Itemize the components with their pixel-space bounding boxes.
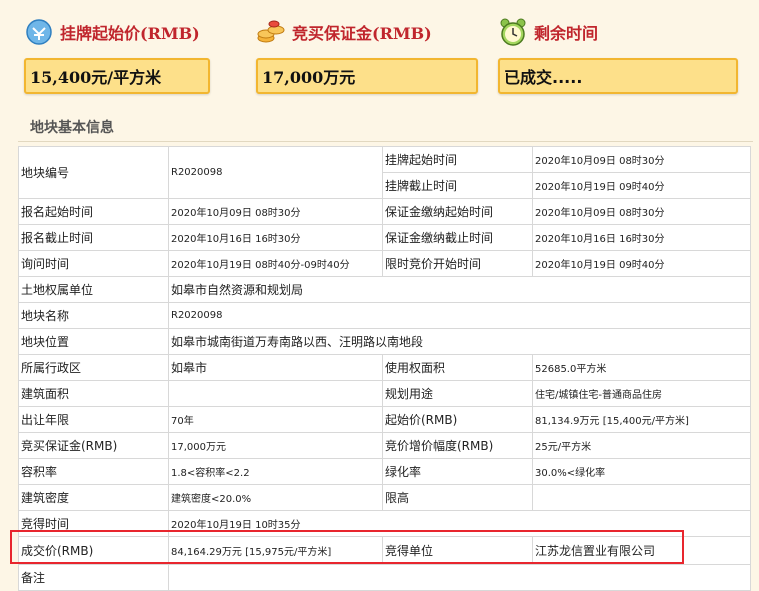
parcel-info-table: 地块编号 R2020098 挂牌起始时间 2020年10月09日 08时30分 … [18, 146, 751, 591]
table-value: 建筑密度<20.0% [168, 484, 383, 511]
table-label: 挂牌起始时间 [382, 146, 533, 173]
table-value: 如皋市自然资源和规划局 [168, 276, 751, 303]
table-value: 2020年10月19日 08时40分-09时40分 [168, 250, 383, 277]
table-label: 地块编号 [18, 146, 169, 199]
table-label: 限时竞价开始时间 [382, 250, 533, 277]
table-label: 报名截止时间 [18, 224, 169, 251]
table-value: 1.8<容积率<2.2 [168, 458, 383, 485]
remaining-time-block: 剩余时间 已成交..... [498, 14, 738, 94]
table-label: 地块位置 [18, 328, 169, 355]
table-value [168, 380, 383, 407]
table-label: 土地权属单位 [18, 276, 169, 303]
table-row: 竞买保证金(RMB) 17,000万元 竞价增价幅度(RMB) 25元/平方米 [18, 432, 751, 459]
start-price-block: 挂牌起始价(RMB) 15,400元/平方米 [24, 14, 210, 94]
alarm-clock-icon [498, 17, 528, 47]
table-value: 住宅/城镇住宅-普通商品住房 [532, 380, 751, 407]
table-row: 出让年限 70年 起始价(RMB) 81,134.9万元 [15,400元/平方… [18, 406, 751, 433]
table-label: 地块名称 [18, 302, 169, 329]
table-label: 竞价增价幅度(RMB) [382, 432, 533, 459]
table-row: 竞得时间 2020年10月19日 10时35分 [18, 510, 751, 537]
table-value: 81,134.9万元 [15,400元/平方米] [532, 406, 751, 433]
table-row: 所属行政区 如皋市 使用权面积 52685.0平方米 [18, 354, 751, 381]
table-label: 所属行政区 [18, 354, 169, 381]
table-value: 2020年10月09日 08时30分 [532, 198, 751, 225]
money-icon [24, 17, 54, 47]
table-label: 竞买保证金(RMB) [18, 432, 169, 459]
table-value: 30.0%<绿化率 [532, 458, 751, 485]
table-value: 2020年10月16日 16时30分 [168, 224, 383, 251]
table-value: 2020年10月19日 10时35分 [168, 510, 751, 537]
start-price-value: 15,400元/平方米 [24, 58, 210, 94]
table-row: 成交价(RMB) 84,164.29万元 [15,975元/平方米] 竞得单位 … [18, 536, 751, 565]
table-label: 建筑面积 [18, 380, 169, 407]
section-title: 地块基本信息 [18, 114, 753, 142]
table-row: 询问时间 2020年10月19日 08时40分-09时40分 限时竞价开始时间 … [18, 250, 751, 277]
coins-icon [256, 17, 286, 47]
table-label: 竞得时间 [18, 510, 169, 537]
table-value: R2020098 [168, 146, 383, 199]
deposit-block: 竞买保证金(RMB) 17,000万元 [256, 14, 478, 94]
table-value: 17,000万元 [168, 432, 383, 459]
table-value: 25元/平方米 [532, 432, 751, 459]
table-label: 限高 [382, 484, 533, 511]
table-label: 保证金缴纳起始时间 [382, 198, 533, 225]
table-label: 成交价(RMB) [18, 536, 169, 565]
table-label: 备注 [18, 564, 169, 591]
table-row: 备注 [18, 564, 751, 591]
start-price-label: 挂牌起始价(RMB) [60, 24, 200, 43]
table-label: 询问时间 [18, 250, 169, 277]
table-label: 报名起始时间 [18, 198, 169, 225]
table-value: 如皋市 [168, 354, 383, 381]
table-label: 起始价(RMB) [382, 406, 533, 433]
table-label: 保证金缴纳截止时间 [382, 224, 533, 251]
remaining-time-label: 剩余时间 [534, 24, 599, 43]
table-value: 2020年10月09日 08时30分 [532, 146, 751, 173]
table-label: 建筑密度 [18, 484, 169, 511]
table-row: 报名截止时间 2020年10月16日 16时30分 保证金缴纳截止时间 2020… [18, 224, 751, 251]
table-label: 规划用途 [382, 380, 533, 407]
table-value: 52685.0平方米 [532, 354, 751, 381]
table-label: 使用权面积 [382, 354, 533, 381]
table-value: 2020年10月19日 09时40分 [532, 172, 751, 199]
remaining-time-value: 已成交..... [498, 58, 738, 94]
table-row: 地块编号 R2020098 挂牌起始时间 2020年10月09日 08时30分 [18, 146, 751, 199]
table-value: 84,164.29万元 [15,975元/平方米] [168, 536, 383, 565]
table-label: 容积率 [18, 458, 169, 485]
deposit-value: 17,000万元 [256, 58, 478, 94]
table-label: 绿化率 [382, 458, 533, 485]
table-row: 地块名称 R2020098 [18, 302, 751, 329]
table-row: 容积率 1.8<容积率<2.2 绿化率 30.0%<绿化率 [18, 458, 751, 485]
table-value: 江苏龙信置业有限公司 [532, 536, 751, 565]
table-label: 挂牌截止时间 [382, 172, 533, 199]
table-value [532, 484, 751, 511]
table-value: 如皋市城南街道万寿南路以西、汪明路以南地段 [168, 328, 751, 355]
table-label: 出让年限 [18, 406, 169, 433]
table-value: 70年 [168, 406, 383, 433]
table-row: 建筑密度 建筑密度<20.0% 限高 [18, 484, 751, 511]
table-value: R2020098 [168, 302, 751, 329]
table-row: 土地权属单位 如皋市自然资源和规划局 [18, 276, 751, 303]
table-value [168, 564, 751, 591]
table-row: 报名起始时间 2020年10月09日 08时30分 保证金缴纳起始时间 2020… [18, 198, 751, 225]
table-value: 2020年10月16日 16时30分 [532, 224, 751, 251]
table-row: 地块位置 如皋市城南街道万寿南路以西、汪明路以南地段 [18, 328, 751, 355]
deposit-label: 竞买保证金(RMB) [292, 24, 432, 43]
table-value: 2020年10月19日 09时40分 [532, 250, 751, 277]
table-value: 2020年10月09日 08时30分 [168, 198, 383, 225]
table-label: 竞得单位 [382, 536, 533, 565]
table-row: 建筑面积 规划用途 住宅/城镇住宅-普通商品住房 [18, 380, 751, 407]
